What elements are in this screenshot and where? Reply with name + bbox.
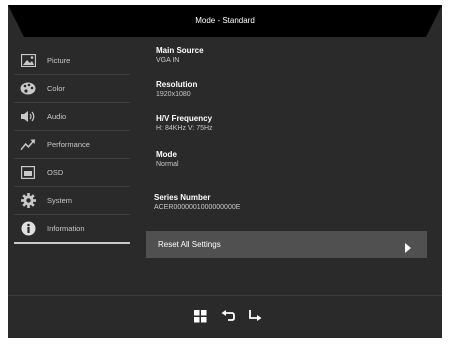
info-frequency: H/V Frequency H: 84KHz V: 75Hz	[156, 113, 213, 134]
performance-icon	[20, 137, 36, 153]
info-value: 1920x1080	[156, 91, 191, 98]
info-mode: Mode Normal	[156, 149, 179, 170]
chevron-right-icon	[403, 240, 413, 253]
info-label: Mode	[156, 150, 177, 159]
reset-all-settings-button[interactable]: Reset All Settings	[146, 231, 427, 258]
info-main-source: Main Source VGA IN	[156, 45, 204, 66]
picture-icon	[20, 53, 36, 69]
osd-header: Mode - Standard	[8, 5, 442, 37]
sidebar-item-color[interactable]: Color	[14, 75, 130, 103]
header-title: Mode - Standard	[195, 16, 255, 25]
sidebar-item-osd[interactable]: OSD	[14, 159, 130, 187]
sidebar-item-label: Performance	[47, 140, 90, 149]
sidebar: Picture Color Audio Performance OSD Syst…	[14, 47, 130, 244]
sidebar-item-picture[interactable]: Picture	[14, 47, 130, 75]
sidebar-item-label: Audio	[47, 112, 67, 121]
reset-label: Reset All Settings	[158, 240, 221, 249]
sidebar-item-information[interactable]: Information	[14, 215, 130, 244]
sidebar-item-performance[interactable]: Performance	[14, 131, 130, 159]
info-value: Normal	[156, 161, 179, 168]
sidebar-item-label: OSD	[47, 168, 64, 177]
sidebar-item-label: Picture	[47, 56, 71, 65]
speaker-icon	[20, 109, 36, 125]
menu-grid-icon[interactable]	[194, 310, 208, 324]
info-value: VGA IN	[156, 57, 180, 64]
info-resolution: Resolution 1920x1080	[156, 79, 197, 100]
sidebar-item-system[interactable]: System	[14, 187, 130, 215]
info-label: Resolution	[156, 80, 198, 89]
sidebar-item-audio[interactable]: Audio	[14, 103, 130, 131]
info-icon	[20, 221, 36, 237]
sidebar-item-label: Color	[47, 84, 65, 93]
enter-icon[interactable]	[248, 310, 262, 324]
info-value: ACER0000001000000000E	[154, 204, 241, 211]
info-label: H/V Frequency	[156, 114, 213, 123]
sidebar-item-label: System	[47, 196, 73, 205]
info-value: H: 84KHz V: 75Hz	[156, 125, 213, 132]
info-label: Main Source	[156, 46, 204, 55]
info-label: Series Number	[154, 193, 211, 202]
osd-window: Mode - Standard Picture Color Audio Perf…	[8, 5, 442, 338]
palette-icon	[20, 81, 36, 97]
gear-icon	[20, 193, 36, 209]
footer-controls	[8, 295, 442, 339]
back-icon[interactable]	[221, 310, 235, 324]
info-series-number: Series Number ACER0000001000000000E	[154, 192, 240, 213]
osd-icon	[20, 165, 36, 181]
sidebar-item-label: Information	[47, 224, 85, 233]
